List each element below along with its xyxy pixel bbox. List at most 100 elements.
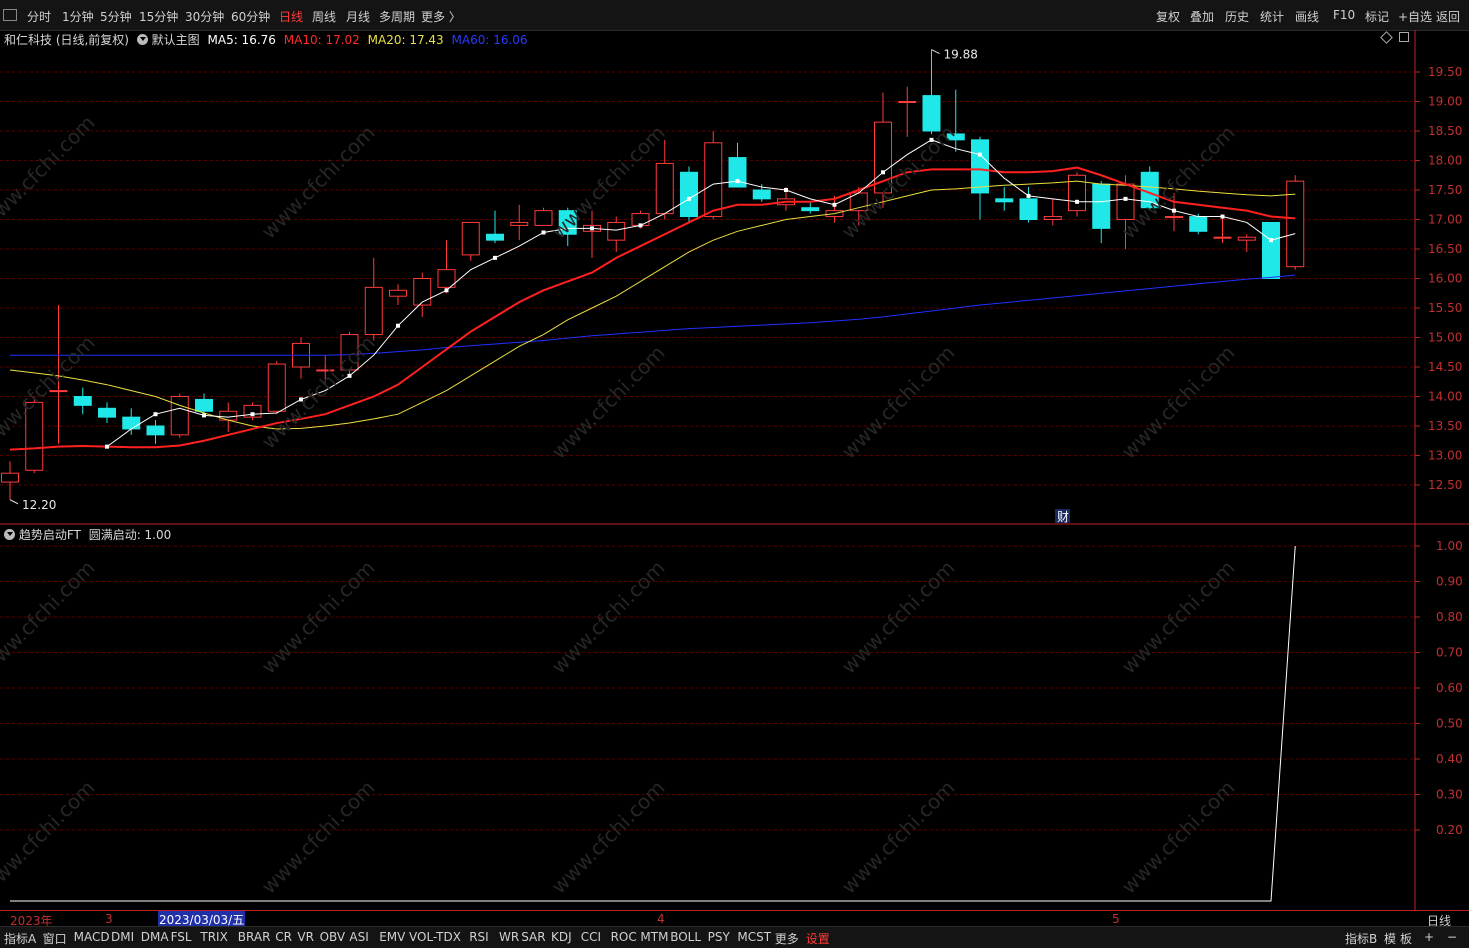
ma5-label: MA5: 16.76: [207, 33, 276, 47]
x-month-4: 4: [657, 912, 665, 926]
candle-body: [1043, 216, 1062, 221]
ma5-point: [202, 413, 206, 418]
indicator-tab-18[interactable]: CCI: [581, 930, 601, 944]
low-marker-arrow: [9, 499, 19, 505]
indicator-tab-11[interactable]: ASI: [349, 930, 368, 944]
toolbar-button-2[interactable]: 历史: [1225, 8, 1249, 25]
indicator-tab-25[interactable]: 设置: [806, 930, 830, 947]
watermark: www.cfchi.com: [547, 341, 670, 464]
indicator-tab-10[interactable]: OBV: [320, 930, 346, 944]
kline-chart[interactable]: 19.50 19.00 18.50 18.00 17.50 17.00 16.50 16.00…: [0, 30, 1469, 525]
candle-body: [704, 142, 723, 218]
toolbar-button-6[interactable]: 标记: [1365, 8, 1389, 25]
sub-y-tick-label: 0.30: [1436, 788, 1463, 802]
panel-toggle-icon[interactable]: [1399, 32, 1409, 42]
indicator-tab-3[interactable]: DMI: [111, 930, 134, 944]
period-tab-4[interactable]: 30分钟: [185, 8, 224, 25]
candle-body: [1019, 198, 1038, 221]
candle-body: [801, 207, 820, 212]
ma5-point: [735, 179, 740, 184]
candle-body: [122, 416, 141, 430]
ma5-point: [541, 230, 546, 235]
period-tab-3[interactable]: 15分钟: [139, 8, 178, 25]
ma5-point: [638, 223, 643, 228]
sub-y-tick-label: 0.60: [1436, 681, 1463, 695]
y-tick-label: 15.00: [1428, 331, 1462, 345]
indicator-tab-5[interactable]: FSL: [171, 930, 192, 944]
period-tab-2[interactable]: 5分钟: [100, 8, 132, 25]
period-tab-7[interactable]: 周线: [312, 8, 336, 25]
indicator-tab-2[interactable]: MACD: [74, 930, 110, 944]
toolbar-button-4[interactable]: 画线: [1295, 8, 1319, 25]
ma60-label: MA60: 16.06: [451, 33, 528, 47]
toolbar-button-3[interactable]: 统计: [1260, 8, 1284, 25]
toolbar-button-1[interactable]: 叠加: [1190, 8, 1214, 25]
ma5-point: [1269, 238, 1273, 243]
indicator-tabs: 指标A 窗口 MACD DMI DMA FSL TRIX BRAR CR VR OBV ASI EMV V…: [0, 926, 1469, 948]
indicator-chart[interactable]: 1.00 0.90 0.80 0.70 0.60 0.50 0.40 0.30 0.20 www.…: [0, 525, 1469, 910]
candle-body: [971, 139, 989, 194]
period-tab-1[interactable]: 1分钟: [62, 8, 94, 25]
toolbar-button-7[interactable]: +自选: [1398, 8, 1432, 25]
indicator-b-item-3[interactable]: +: [1424, 930, 1434, 944]
indicator-tab-15[interactable]: WR: [499, 930, 519, 944]
candle-body: [267, 363, 286, 412]
indicator-tab-13[interactable]: VOL-TDX: [409, 930, 461, 944]
indicator-tab-4[interactable]: DMA: [141, 930, 169, 944]
candle-body: [1092, 183, 1111, 229]
indicator-b-item-0[interactable]: 指标B: [1345, 930, 1377, 947]
indicator-b-item-1[interactable]: 模: [1384, 930, 1396, 947]
indicator-tab-9[interactable]: VR: [297, 930, 314, 944]
candle-body: [995, 198, 1014, 203]
sub-y-tick-label: 0.20: [1436, 823, 1463, 837]
candle-body: [146, 425, 165, 436]
x-month-3: 3: [105, 912, 113, 926]
ma5-point: [978, 152, 982, 157]
sub-y-tick-label: 0.40: [1436, 752, 1463, 766]
candle-body: [752, 189, 771, 200]
period-tab-10[interactable]: 更多 〉: [421, 8, 461, 25]
watermark: www.cfchi.com: [837, 341, 960, 464]
window-menu-icon[interactable]: [3, 9, 17, 21]
toolbar-button-8[interactable]: 返回: [1436, 8, 1460, 25]
watermark: www.cfchi.com: [257, 121, 380, 244]
sub-y-tick-label: 0.70: [1436, 646, 1463, 660]
toolbar-button-5[interactable]: F10: [1333, 8, 1355, 22]
y-tick-label: 13.50: [1428, 419, 1462, 433]
indicator-tab-23[interactable]: MCST: [737, 930, 771, 944]
period-tab-9[interactable]: 多周期: [379, 8, 415, 25]
indicator-tab-6[interactable]: TRIX: [200, 930, 227, 944]
indicator-tab-0[interactable]: 指标A: [4, 930, 36, 947]
ma5-point: [250, 412, 255, 417]
indicator-b-item-2[interactable]: 板: [1400, 930, 1412, 947]
indicator-tab-21[interactable]: BOLL: [670, 930, 701, 944]
indicator-tab-7[interactable]: BRAR: [238, 930, 271, 944]
y-tick-label: 17.00: [1428, 213, 1462, 227]
indicator-tab-22[interactable]: PSY: [708, 930, 730, 944]
period-tab-6[interactable]: 日线: [279, 8, 303, 25]
indicator-tab-24[interactable]: 更多: [775, 930, 799, 947]
period-tab-8[interactable]: 月线: [346, 8, 370, 25]
y-tick-label: 13.00: [1428, 449, 1462, 463]
indicator-b-item-4[interactable]: −: [1447, 930, 1457, 944]
indicator-tab-12[interactable]: EMV: [379, 930, 405, 944]
watermark: www.cfchi.com: [257, 776, 380, 899]
candle-body: [389, 289, 407, 297]
indicator-tab-8[interactable]: CR: [275, 930, 292, 944]
period-tab-0[interactable]: 分时: [27, 8, 51, 25]
indicator-tab-14[interactable]: RSI: [469, 930, 489, 944]
indicator-tab-1[interactable]: 窗口: [43, 930, 67, 947]
candle-body: [73, 396, 92, 406]
toolbar-button-0[interactable]: 复权: [1156, 8, 1180, 25]
candle-body: [1213, 236, 1232, 239]
indicator-tab-16[interactable]: SAR: [521, 930, 545, 944]
indicator-tab-20[interactable]: MTM: [640, 930, 668, 944]
indicator-tab-17[interactable]: KDJ: [551, 930, 572, 944]
template-dropdown-icon[interactable]: [136, 34, 148, 45]
candle-body: [1068, 174, 1086, 212]
indicator-tab-19[interactable]: ROC: [611, 930, 637, 944]
y-tick-label: 16.50: [1428, 242, 1462, 256]
period-tab-5[interactable]: 60分钟: [231, 8, 270, 25]
ma5-point: [590, 226, 594, 231]
template-name[interactable]: 默认主图: [152, 33, 200, 47]
